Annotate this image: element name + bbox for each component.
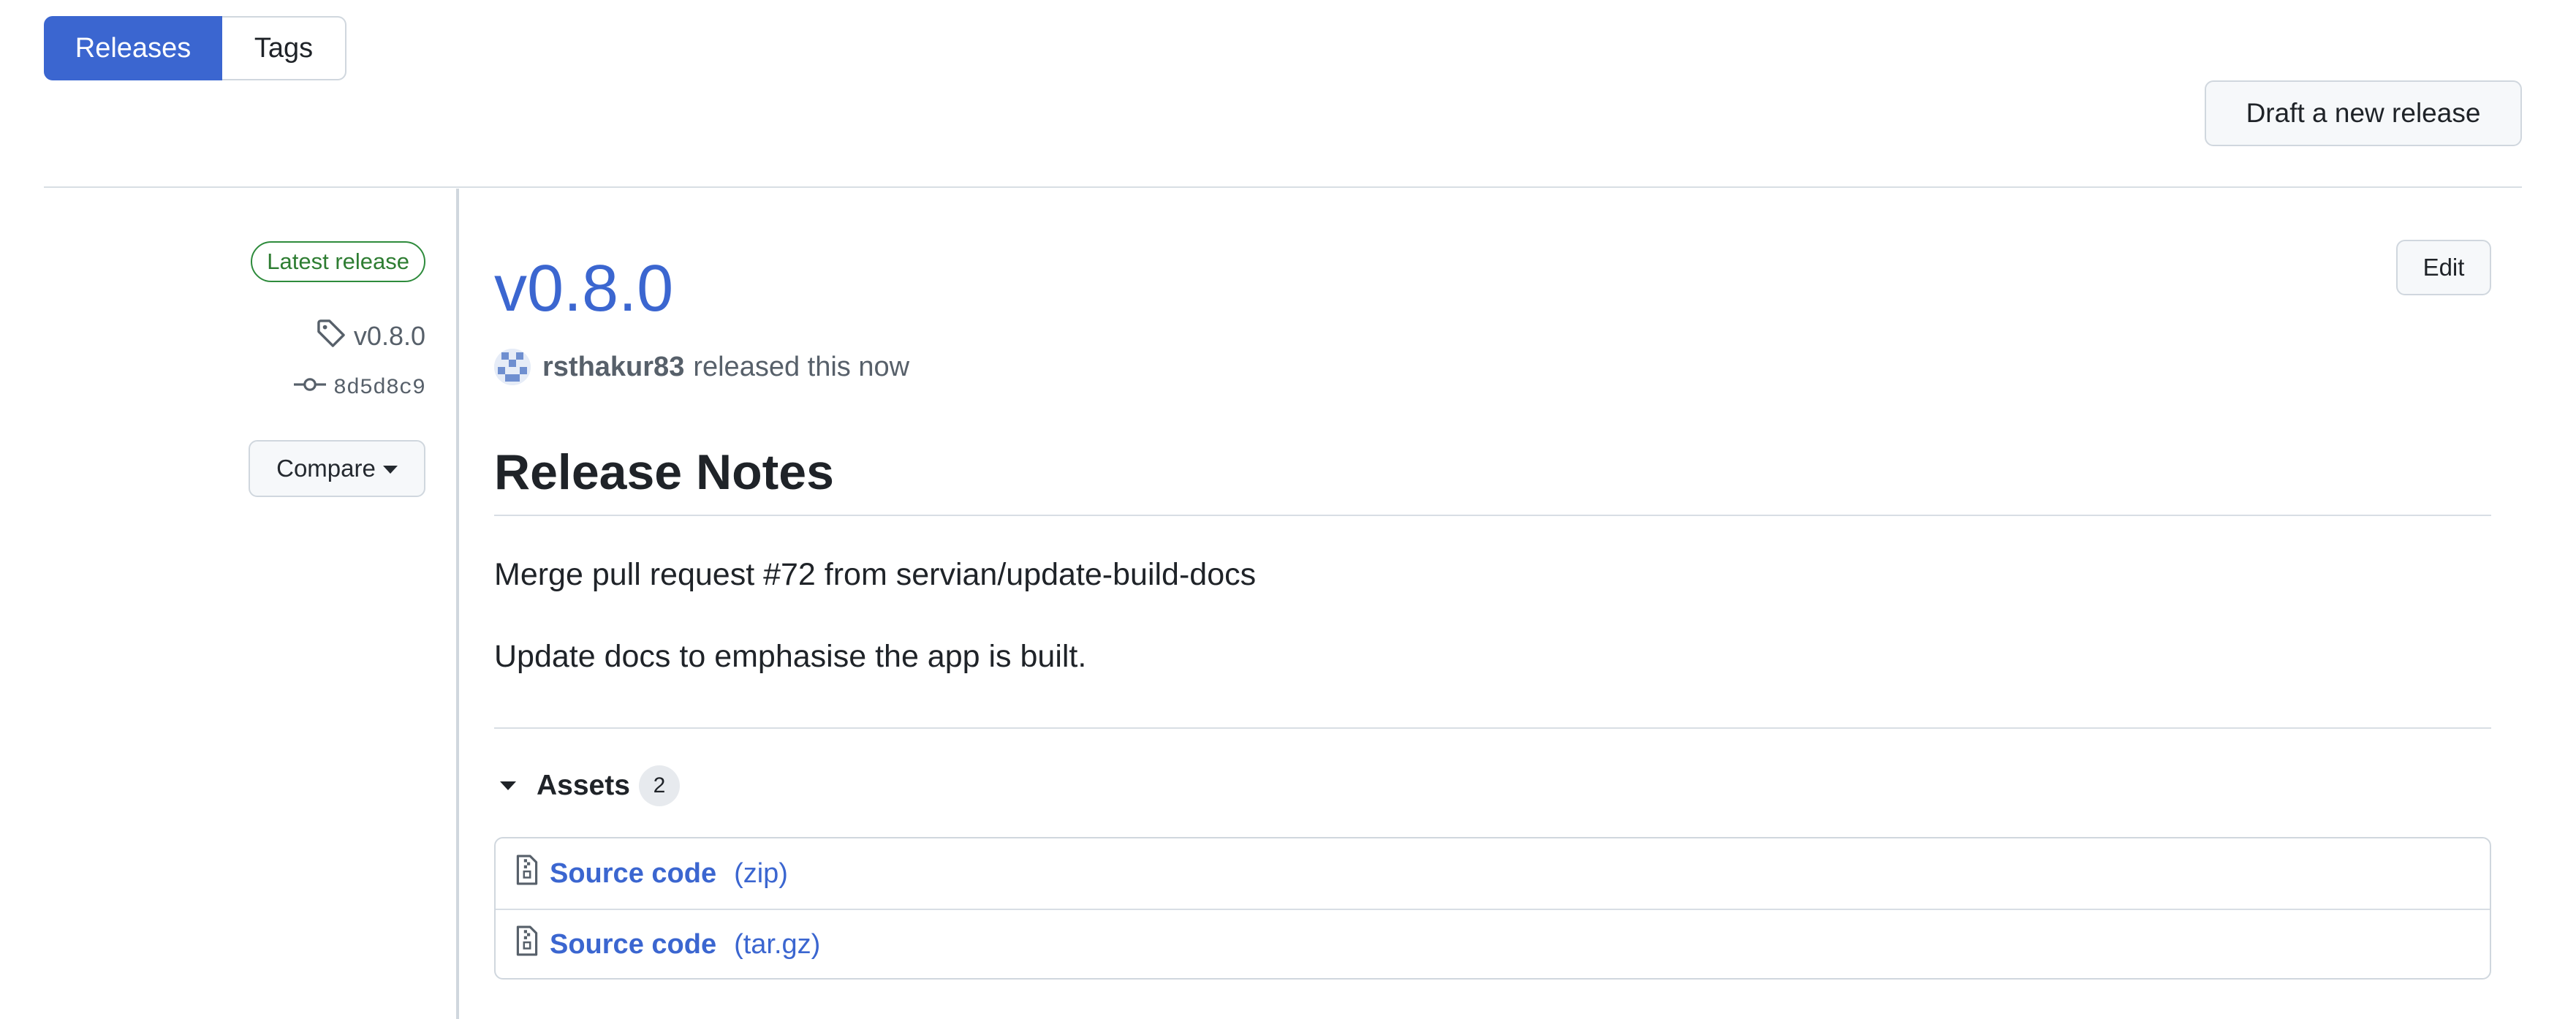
list-item[interactable]: Source code (zip): [496, 838, 2490, 909]
release-byline: rsthakur83 released this now: [494, 346, 909, 387]
git-commit-icon: [293, 374, 326, 403]
release-notes-paragraph: Merge pull request #72 from servian/upda…: [494, 557, 1257, 592]
notes-divider: [494, 727, 2491, 729]
commit-sha: 8d5d8c9: [333, 376, 425, 401]
release-notes-paragraph: Update docs to emphasise the app is buil…: [494, 639, 1087, 674]
asset-name: Source code: [550, 857, 717, 889]
compare-button[interactable]: Compare: [249, 440, 425, 497]
file-zip-icon: [515, 855, 539, 893]
asset-extension: (zip): [734, 857, 788, 889]
list-item[interactable]: Source code (tar.gz): [496, 909, 2490, 978]
caret-down-icon: [382, 465, 398, 474]
tab-tags[interactable]: Tags: [222, 16, 346, 80]
asset-extension: (tar.gz): [734, 928, 821, 960]
release-title-link[interactable]: v0.8.0: [494, 249, 673, 329]
assets-toggle[interactable]: Assets 2: [494, 764, 680, 808]
tag-icon: [316, 318, 346, 355]
assets-list: Source code (zip) Source code (tar.gz): [494, 837, 2491, 980]
edit-button[interactable]: Edit: [2396, 240, 2491, 295]
tab-releases[interactable]: Releases: [44, 16, 222, 80]
asset-name: Source code: [550, 928, 717, 960]
assets-count-badge: 2: [638, 765, 680, 806]
author-link[interactable]: rsthakur83: [542, 352, 684, 383]
release-tag-name: v0.8.0: [353, 321, 425, 351]
released-time-text: released this now: [693, 351, 910, 382]
file-zip-icon: [515, 925, 539, 963]
triangle-down-icon: [500, 781, 516, 790]
compare-label: Compare: [276, 455, 376, 482]
release-notes-heading: Release Notes: [494, 444, 834, 500]
commit-link[interactable]: 8d5d8c9: [293, 370, 425, 406]
assets-label: Assets: [537, 770, 630, 801]
top-divider: [44, 186, 2522, 188]
release-tag-link[interactable]: v0.8.0: [316, 316, 425, 357]
latest-release-badge: Latest release: [251, 241, 425, 282]
heading-divider: [494, 515, 2491, 516]
releases-page: Releases Tags Draft a new release Latest…: [0, 0, 2576, 1019]
draft-new-release-button[interactable]: Draft a new release: [2205, 80, 2522, 146]
releases-subnav: Releases Tags: [44, 16, 346, 80]
timeline-divider: [456, 189, 459, 1019]
avatar[interactable]: [494, 349, 531, 385]
